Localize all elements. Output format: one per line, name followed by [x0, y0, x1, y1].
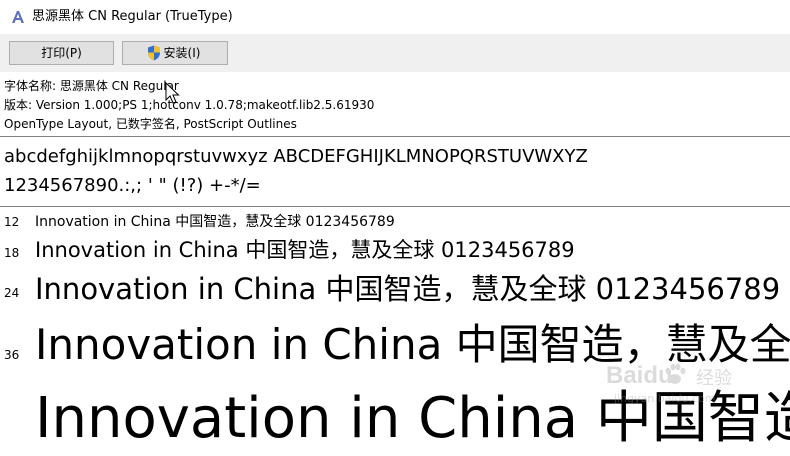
mouse-cursor-icon — [165, 82, 180, 104]
uac-shield-icon — [148, 45, 160, 61]
window-title: 思源黑体 CN Regular (TrueType) — [32, 9, 233, 24]
font-file-icon — [12, 11, 24, 23]
watermark-url-text: jingyan.baidu.com — [614, 392, 716, 405]
size-label: 24 — [4, 286, 20, 300]
paw-icon — [665, 363, 686, 384]
charset-letters: abcdefghijklmnopqrstuvwxyz ABCDEFGHIJKLM… — [4, 146, 588, 167]
size-label: 18 — [4, 246, 20, 260]
title-bar: 思源黑体 CN Regular (TrueType) — [0, 0, 790, 34]
size-label: 36 — [4, 348, 20, 362]
print-button[interactable]: 打印(P) — [9, 41, 114, 65]
font-info-panel: 字体名称: 思源黑体 CN Regular 版本: Version 1.000;… — [0, 72, 790, 136]
install-button[interactable]: 安装(I) — [122, 41, 228, 65]
charset-digits-symbols: 1234567890.:,; ' " (!?) +-*/= — [4, 175, 261, 196]
baidu-jingyan-watermark: Baidu 经验 jingyan.baidu.com — [606, 362, 756, 412]
sample-text: Innovation in China 中国智造，慧及全球 0123456789 — [35, 272, 781, 306]
divider — [0, 206, 790, 207]
sample-text: Innovation in China 中国智造，慧及全球 0123456789 — [35, 214, 395, 230]
font-features-text: OpenType Layout, 已数字签名, PostScript Outli… — [4, 117, 297, 131]
sample-text: Innovation in China 中国智造，慧及全球 0123456789 — [35, 238, 575, 262]
font-version-text: 版本: Version 1.000;PS 1;hotconv 1.0.78;ma… — [4, 98, 375, 112]
install-button-label: 安装(I) — [163, 46, 201, 60]
toolbar: 打印(P) 安装(I) — [0, 34, 790, 72]
sample-row-24: 24 Innovation in China 中国智造，慧及全球 0123456… — [0, 270, 790, 310]
watermark-cn-text: 经验 — [696, 368, 732, 389]
sample-row-12: 12 Innovation in China 中国智造，慧及全球 0123456… — [0, 212, 790, 232]
font-name-text: 字体名称: 思源黑体 CN Regular — [4, 79, 179, 93]
size-label: 12 — [4, 215, 20, 229]
sample-row-18: 18 Innovation in China 中国智造，慧及全球 0123456… — [0, 236, 790, 266]
divider — [0, 136, 790, 137]
